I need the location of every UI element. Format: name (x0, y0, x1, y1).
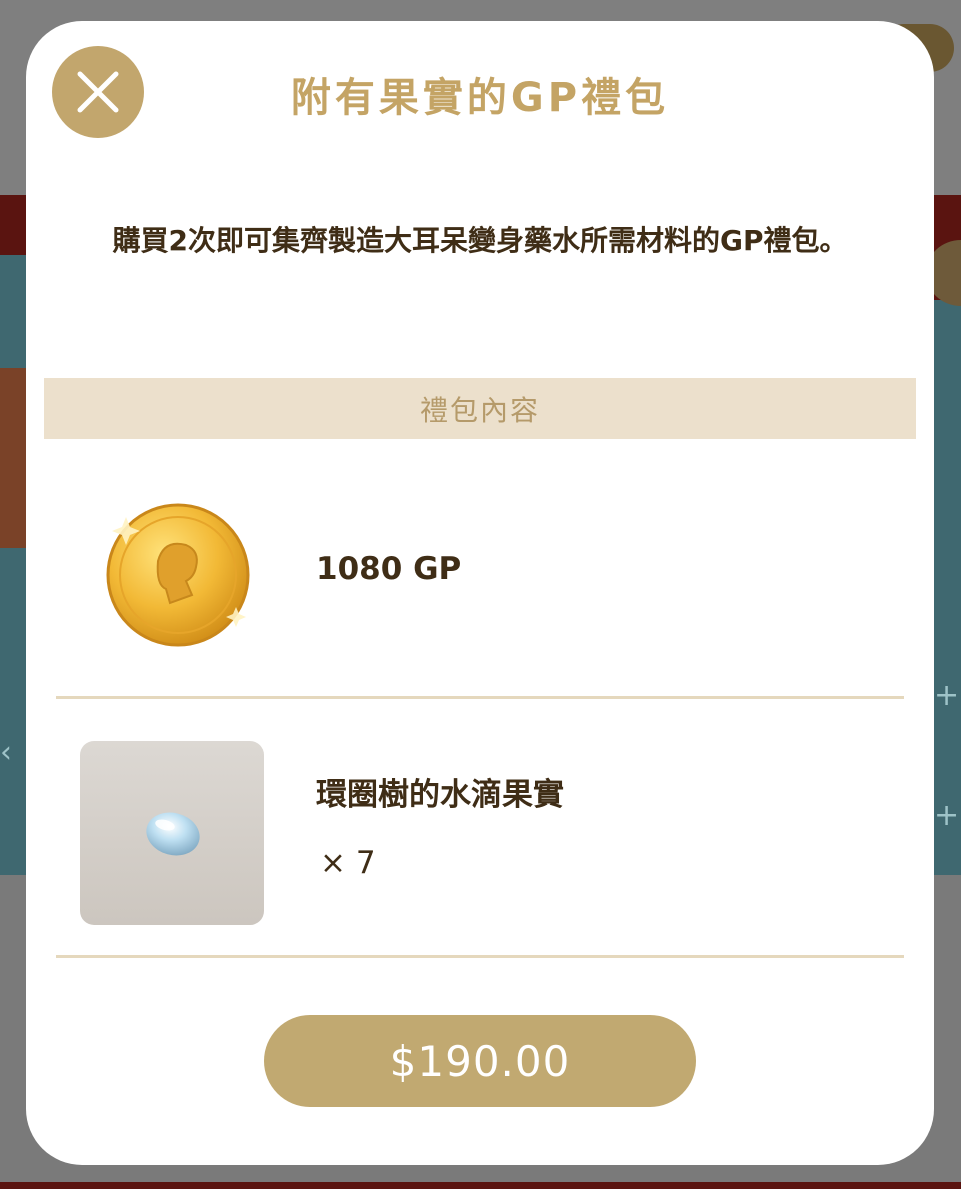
background-card-right (930, 300, 961, 875)
section-header-pack-contents: 禮包內容 (44, 378, 916, 439)
water-drop-fruit-icon (146, 812, 200, 856)
item-thumbnail (80, 741, 264, 925)
gold-coin-icon (96, 491, 256, 651)
background-plus-icon: + (934, 678, 960, 713)
background-footer-border (0, 1182, 961, 1189)
item-name: 環圈樹的水滴果實 (316, 777, 564, 813)
modal-title: 附有果實的GP禮包 (290, 75, 670, 121)
close-button[interactable] (52, 46, 144, 138)
background-plus-icon: + (934, 798, 960, 833)
item-name: 1080 GP (316, 551, 462, 587)
gift-pack-modal: 附有果實的GP禮包 購買2次即可集齊製造大耳呆變身藥水所需材料的GP禮包。 禮包… (26, 21, 934, 1165)
list-item: 1080 GP (56, 491, 904, 699)
item-quantity: × 7 (320, 845, 376, 881)
close-icon (77, 71, 119, 113)
modal-description: 購買2次即可集齊製造大耳呆變身藥水所需材料的GP禮包。 (112, 224, 848, 257)
purchase-button[interactable]: $190.00 (264, 1015, 696, 1107)
divider (56, 955, 904, 958)
list-item: 環圈樹的水滴果實 × 7 (56, 699, 904, 957)
background-chevron-left-icon: ‹ (0, 735, 12, 770)
